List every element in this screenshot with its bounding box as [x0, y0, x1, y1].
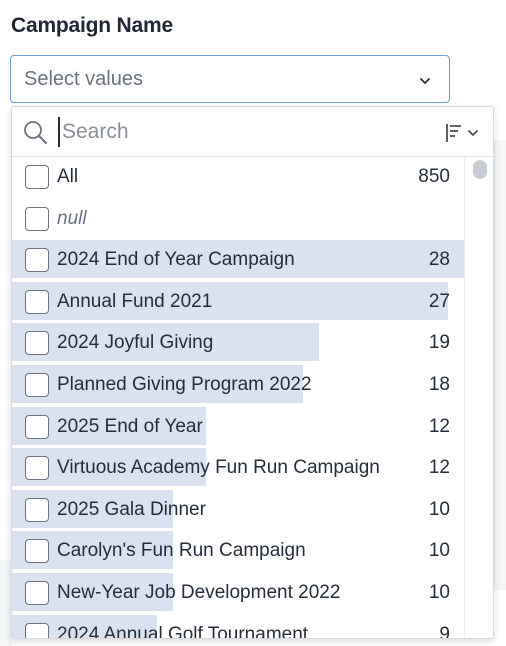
scrollbar-thumb[interactable]	[473, 160, 487, 179]
scrollbar[interactable]	[464, 157, 493, 638]
option-label: New-Year Job Development 2022	[57, 582, 341, 603]
option-count: 18	[428, 374, 450, 395]
option-count: 12	[428, 415, 450, 437]
option-checkbox[interactable]	[25, 414, 49, 439]
option-count: 10	[428, 498, 450, 520]
list-item[interactable]: Planned Giving Program 2022 18	[12, 365, 464, 407]
page: Campaign Name Select values All 850 null 20…	[0, 0, 506, 646]
option-label: All	[57, 166, 79, 187]
option-count: 850	[418, 166, 450, 187]
sort-icon[interactable]	[444, 123, 482, 148]
option-label: 2024 Annual Golf Tournament	[57, 623, 309, 638]
campaign-select[interactable]: Select values	[10, 55, 450, 103]
option-checkbox[interactable]	[25, 497, 49, 522]
option-count: 9	[439, 623, 450, 638]
search-icon	[23, 120, 49, 151]
list-item[interactable]: 2024 End of Year Campaign 28	[12, 240, 464, 282]
option-checkbox[interactable]	[25, 622, 49, 638]
option-checkbox[interactable]	[25, 373, 49, 397]
option-count: 10	[428, 540, 450, 562]
option-label: Annual Fund 2021	[57, 290, 213, 312]
list-item[interactable]: All 850	[12, 157, 464, 199]
option-label: null	[57, 207, 87, 229]
option-checkbox[interactable]	[25, 581, 49, 605]
list-item[interactable]: Annual Fund 2021 27	[12, 281, 464, 324]
option-label: 2025 End of Year	[57, 415, 203, 437]
option-label: Carolyn's Fun Run Campaign	[57, 540, 306, 562]
option-count: 19	[428, 332, 450, 354]
list-item[interactable]: 2025 Gala Dinner 10	[12, 489, 464, 532]
option-checkbox[interactable]	[25, 539, 49, 564]
list-item[interactable]: 2024 Joyful Giving 19	[12, 323, 464, 365]
option-label: 2024 End of Year Campaign	[57, 249, 295, 271]
search-input[interactable]	[58, 117, 442, 147]
option-checkbox[interactable]	[25, 165, 49, 189]
option-label: Virtuous Academy Fun Run Campaign	[57, 457, 380, 479]
option-checkbox[interactable]	[25, 456, 49, 481]
list-item[interactable]: New-Year Job Development 2022 10	[12, 573, 464, 615]
option-count: 10	[428, 582, 450, 603]
options-list: All 850 null 2024 End of Year Campaign 28 Ann…	[12, 157, 464, 638]
option-checkbox[interactable]	[25, 206, 49, 231]
option-label: 2025 Gala Dinner	[57, 498, 206, 520]
option-checkbox[interactable]	[25, 289, 49, 314]
list-item[interactable]: null	[12, 199, 464, 241]
option-checkbox[interactable]	[25, 331, 49, 356]
list-item[interactable]: 2024 Annual Golf Tournament 9	[12, 614, 464, 638]
option-count: 12	[428, 457, 450, 479]
option-label: 2024 Joyful Giving	[57, 332, 214, 354]
list-item[interactable]: Carolyn's Fun Run Campaign 10	[12, 531, 464, 573]
search-row	[12, 107, 493, 157]
option-label: Planned Giving Program 2022	[57, 374, 312, 395]
option-count: 28	[428, 249, 450, 271]
chevron-down-icon	[419, 73, 431, 91]
select-placeholder: Select values	[24, 68, 143, 90]
option-checkbox[interactable]	[25, 248, 49, 273]
list-item[interactable]: Virtuous Academy Fun Run Campaign 12	[12, 448, 464, 490]
option-count: 27	[428, 290, 450, 312]
options-dropdown: All 850 null 2024 End of Year Campaign 28 Ann…	[11, 106, 494, 639]
list-item[interactable]: 2025 End of Year 12	[12, 406, 464, 449]
field-label: Campaign Name	[11, 14, 173, 37]
